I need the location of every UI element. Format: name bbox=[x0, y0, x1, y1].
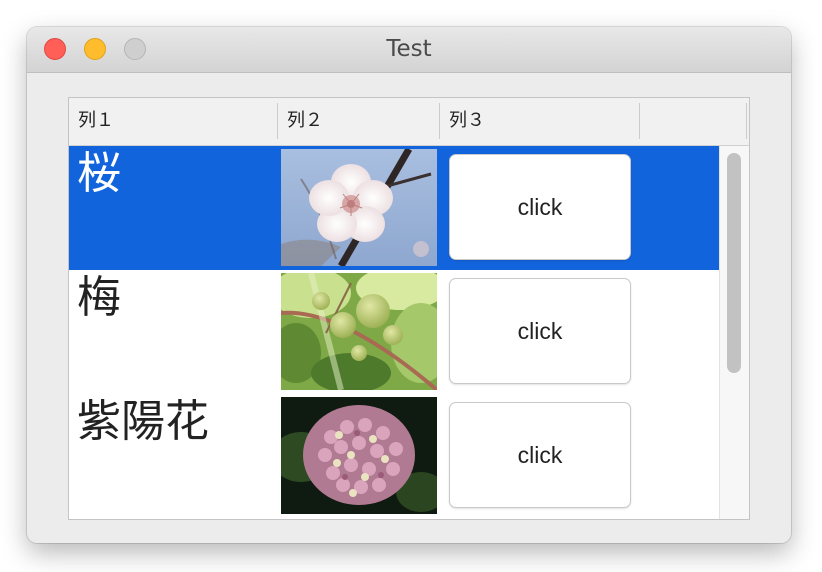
table-row[interactable]: 紫陽花 click bbox=[69, 394, 719, 518]
column-header-3[interactable]: 列３ bbox=[440, 103, 639, 139]
row-name-cell: 紫陽花 bbox=[77, 396, 209, 447]
table-row[interactable]: 桜 click bbox=[69, 146, 719, 270]
table-row[interactable]: 梅 click bbox=[69, 270, 719, 394]
row-name-cell: 梅 bbox=[77, 272, 121, 323]
scrollbar-thumb[interactable] bbox=[727, 153, 741, 373]
hydrangea-photo-icon bbox=[281, 397, 437, 514]
click-button[interactable]: click bbox=[449, 154, 631, 260]
column-header-2[interactable]: 列２ bbox=[278, 103, 439, 139]
title-bar[interactable]: Test bbox=[27, 27, 791, 73]
app-window: Test 列１ 列２ 列３ 桜 click 梅 click 紫陽花 click bbox=[27, 27, 791, 543]
column-divider bbox=[746, 103, 747, 139]
plum-fruit-photo-icon bbox=[281, 273, 437, 390]
window-title: Test bbox=[386, 36, 432, 62]
vertical-scrollbar[interactable] bbox=[719, 146, 749, 519]
row-name-cell: 桜 bbox=[77, 148, 121, 199]
cherry-blossom-photo-icon bbox=[281, 149, 437, 266]
click-button[interactable]: click bbox=[449, 402, 631, 508]
column-header-1[interactable]: 列１ bbox=[69, 103, 277, 139]
data-table: 列１ 列２ 列３ 桜 click 梅 click 紫陽花 click bbox=[68, 97, 750, 520]
column-header-filler bbox=[640, 103, 746, 139]
click-button[interactable]: click bbox=[449, 278, 631, 384]
table-header: 列１ 列２ 列３ bbox=[69, 98, 749, 146]
